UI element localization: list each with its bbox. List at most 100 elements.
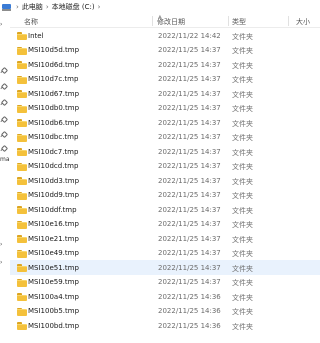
table-row[interactable]: MSI10dbc.tmp 2022/11/25 14:37 文件夹: [10, 130, 320, 145]
pin-icon[interactable]: [1, 68, 6, 73]
pin-icon[interactable]: [1, 117, 6, 122]
table-row[interactable]: MSI10dcd.tmp 2022/11/25 14:37 文件夹: [10, 159, 320, 174]
file-name: Intel: [28, 31, 44, 40]
table-row[interactable]: MSI10d67.tmp 2022/11/25 14:37 文件夹: [10, 86, 320, 101]
folder-icon: [17, 90, 27, 98]
table-row[interactable]: MSI10dd3.tmp 2022/11/25 14:37 文件夹: [10, 173, 320, 188]
table-row[interactable]: MSI100bd.tmp 2022/11/25 14:36 文件夹: [10, 318, 320, 333]
modified-date: 2022/11/25 14:36: [158, 292, 221, 301]
file-name: MSI10db0.tmp: [28, 104, 80, 112]
folder-icon: [17, 206, 27, 214]
folder-icon: [17, 61, 27, 69]
pin-icon[interactable]: [1, 100, 6, 105]
file-type: 文件夹: [232, 163, 253, 171]
breadcrumb-item-this-pc[interactable]: 此电脑: [22, 2, 43, 12]
table-row[interactable]: MSI10db0.tmp 2022/11/25 14:37 文件夹: [10, 101, 320, 116]
file-name: MSI10d7c.tmp: [28, 75, 79, 83]
pin-icon[interactable]: [1, 146, 6, 151]
file-name: MSI100a4.tmp: [28, 292, 79, 301]
file-name: MSI10d6d.tmp: [28, 60, 80, 69]
file-type: 文件夹: [232, 61, 253, 70]
modified-date: 2022/11/25 14:37: [158, 249, 221, 257]
modified-date: 2022/11/25 14:37: [158, 104, 221, 112]
file-name: MSI10dc7.tmp: [28, 147, 79, 156]
table-row[interactable]: MSI10e21.tmp 2022/11/25 14:37 文件夹: [10, 231, 320, 246]
modified-date: 2022/11/25 14:37: [158, 89, 221, 98]
chevron-right-icon[interactable]: ›: [98, 3, 101, 11]
table-row[interactable]: MSI10dd9.tmp 2022/11/25 14:37 文件夹: [10, 188, 320, 203]
table-row[interactable]: MSI10e51.tmp 2022/11/25 14:37 文件夹: [10, 260, 320, 275]
nav-item-fragment[interactable]: ma: [0, 156, 10, 163]
modified-date: 2022/11/22 14:42: [158, 31, 221, 40]
chevron-right-icon[interactable]: ›: [16, 3, 19, 11]
file-list: Intel 2022/11/22 14:42 文件夹 MSI10d5d.tmp 2022…: [10, 28, 320, 333]
table-row[interactable]: MSI10d5d.tmp 2022/11/25 14:37 文件夹: [10, 43, 320, 58]
folder-icon: [17, 235, 27, 243]
file-type: 文件夹: [232, 47, 253, 55]
chevron-right-icon[interactable]: ›: [46, 3, 49, 11]
column-resize-handle[interactable]: [152, 16, 153, 26]
file-type: 文件夹: [232, 32, 253, 41]
this-pc-icon[interactable]: [2, 3, 11, 11]
folder-icon: [17, 220, 27, 229]
file-type: 文件夹: [232, 76, 253, 84]
pin-icon[interactable]: [1, 132, 6, 137]
file-type: 文件夹: [232, 148, 253, 157]
table-row[interactable]: MSI10d6d.tmp 2022/11/25 14:37 文件夹: [10, 57, 320, 72]
column-resize-handle[interactable]: [288, 16, 289, 26]
modified-date: 2022/11/25 14:37: [158, 263, 221, 272]
file-type: 文件夹: [232, 264, 253, 273]
file-name: MSI10dbc.tmp: [28, 133, 79, 141]
table-row[interactable]: MSI10e59.tmp 2022/11/25 14:37 文件夹: [10, 275, 320, 290]
table-row[interactable]: MSI10db6.tmp 2022/11/25 14:37 文件夹: [10, 115, 320, 130]
column-header-name[interactable]: 名称: [24, 17, 38, 27]
table-row[interactable]: MSI10ddf.tmp 2022/11/25 14:37 文件夹: [10, 202, 320, 217]
file-type: 文件夹: [232, 221, 253, 229]
modified-date: 2022/11/25 14:37: [158, 118, 221, 127]
navigation-pane: › ma › ›: [0, 14, 10, 343]
file-name: MSI10dd3.tmp: [28, 176, 80, 185]
table-row[interactable]: MSI10d7c.tmp 2022/11/25 14:37 文件夹: [10, 72, 320, 87]
file-type: 文件夹: [232, 250, 253, 258]
folder-icon: [17, 322, 27, 330]
modified-date: 2022/11/25 14:37: [158, 147, 221, 156]
file-name: MSI10e59.tmp: [28, 278, 79, 286]
column-header-size[interactable]: 大小: [296, 17, 310, 27]
table-row[interactable]: MSI10dc7.tmp 2022/11/25 14:37 文件夹: [10, 144, 320, 159]
table-row[interactable]: MSI100a4.tmp 2022/11/25 14:36 文件夹: [10, 289, 320, 304]
file-explorer-window: › 此电脑 › 本地磁盘 (C:) › › ma › › 名称 ▲ 修改日期 类…: [0, 0, 320, 343]
modified-date: 2022/11/25 14:36: [158, 321, 221, 330]
breadcrumb-item-local-disk[interactable]: 本地磁盘 (C:): [52, 2, 95, 12]
file-type: 文件夹: [232, 308, 253, 316]
column-resize-handle[interactable]: [228, 16, 229, 26]
folder-icon: [17, 46, 27, 55]
folder-icon: [17, 177, 27, 185]
file-type: 文件夹: [232, 119, 253, 128]
folder-icon: [17, 162, 27, 171]
file-type: 文件夹: [232, 235, 253, 244]
file-name: MSI10ddf.tmp: [28, 205, 77, 214]
modified-date: 2022/11/25 14:37: [158, 46, 221, 54]
table-row[interactable]: Intel 2022/11/22 14:42 文件夹: [10, 28, 320, 43]
column-header-type[interactable]: 类型: [232, 17, 246, 27]
folder-icon: [17, 264, 27, 272]
chevron-right-icon[interactable]: ›: [0, 242, 6, 248]
folder-icon: [17, 104, 27, 113]
modified-date: 2022/11/25 14:37: [158, 133, 221, 141]
file-name: MSI10e16.tmp: [28, 220, 79, 228]
table-row[interactable]: MSI10e16.tmp 2022/11/25 14:37 文件夹: [10, 217, 320, 232]
table-row[interactable]: MSI10e49.tmp 2022/11/25 14:37 文件夹: [10, 246, 320, 261]
folder-icon: [17, 32, 27, 40]
folder-icon: [17, 293, 27, 301]
column-header-row: 名称 ▲ 修改日期 类型 大小: [10, 14, 320, 28]
column-header-date[interactable]: 修改日期: [157, 17, 185, 27]
file-name: MSI10e49.tmp: [28, 249, 79, 257]
pin-icon[interactable]: [1, 84, 6, 89]
folder-icon: [17, 307, 27, 316]
file-type: 文件夹: [232, 322, 253, 331]
modified-date: 2022/11/25 14:37: [158, 278, 221, 286]
table-row[interactable]: MSI100b5.tmp 2022/11/25 14:36 文件夹: [10, 304, 320, 319]
file-type: 文件夹: [232, 105, 253, 113]
chevron-right-icon[interactable]: ›: [0, 22, 6, 28]
chevron-right-icon[interactable]: ›: [0, 260, 6, 266]
